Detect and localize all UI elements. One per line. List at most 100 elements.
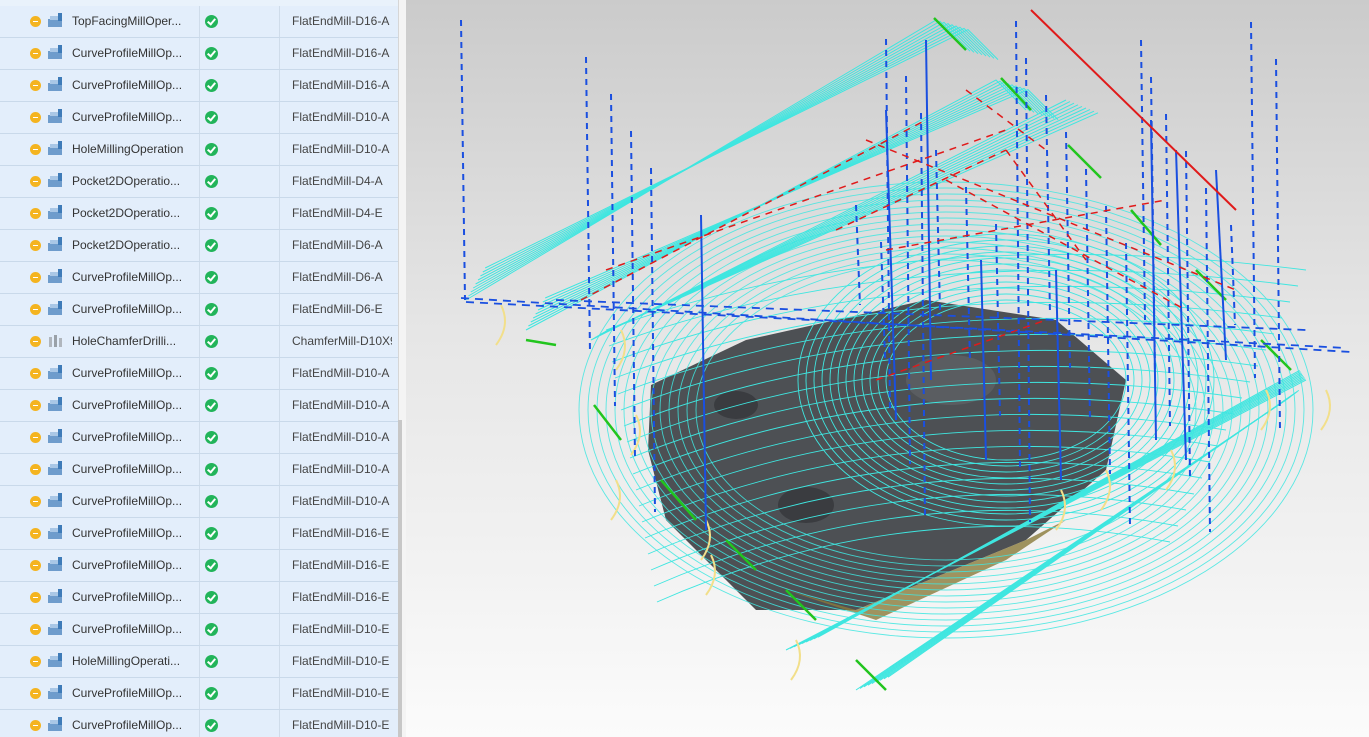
part-hole — [778, 487, 834, 523]
pending-state-icon — [30, 688, 41, 699]
mill-op-icon — [47, 589, 65, 605]
operation-name: CurveProfileMillOp... — [72, 46, 183, 60]
plunge-move — [610, 93, 616, 407]
operation-row[interactable]: HoleMillingOperati... FlatEndMill-D10-E — [0, 646, 398, 678]
tool-name: FlatEndMill-D6-A — [292, 238, 383, 252]
operation-row[interactable]: CurveProfileMillOp... FlatEndMill-D10-A — [0, 486, 398, 518]
operation-row[interactable]: CurveProfileMillOp... FlatEndMill-D16-E — [0, 518, 398, 550]
valid-check-icon — [205, 175, 218, 188]
operation-name: CurveProfileMillOp... — [72, 686, 183, 700]
column-divider — [199, 6, 200, 37]
valid-check-icon — [205, 463, 218, 476]
operations-scrollbar-thumb[interactable] — [398, 420, 402, 737]
mill-op-icon — [47, 685, 65, 701]
valid-check-icon — [205, 527, 218, 540]
operation-row[interactable]: CurveProfileMillOp... FlatEndMill-D10-E — [0, 678, 398, 710]
operation-row[interactable]: CurveProfileMillOp... FlatEndMill-D10-A — [0, 454, 398, 486]
column-divider — [279, 102, 280, 133]
operation-row[interactable]: Pocket2DOperatio... FlatEndMill-D4-A — [0, 166, 398, 198]
pending-state-icon — [30, 400, 41, 411]
operation-row[interactable]: CurveProfileMillOp... FlatEndMill-D16-A — [0, 38, 398, 70]
operation-row[interactable]: CurveProfileMillOp... FlatEndMill-D10-A — [0, 102, 398, 134]
plunge-move — [585, 56, 591, 354]
column-divider — [279, 70, 280, 101]
column-divider — [279, 326, 280, 357]
column-divider — [279, 390, 280, 421]
column-divider — [199, 582, 200, 613]
column-divider — [199, 486, 200, 517]
pending-state-icon — [30, 528, 41, 539]
tool-name: FlatEndMill-D16-A — [292, 46, 390, 60]
pending-state-icon — [30, 496, 41, 507]
tool-name: FlatEndMill-D10-A — [292, 142, 390, 156]
pending-state-icon — [30, 176, 41, 187]
plunge-move — [855, 204, 861, 306]
3d-viewport[interactable] — [406, 0, 1369, 737]
tool-name: FlatEndMill-D10-E — [292, 686, 390, 700]
column-divider — [279, 166, 280, 197]
operations-list: TopFacingMillOper... FlatEndMill-D16-A Cur… — [0, 6, 398, 737]
operation-row[interactable]: Pocket2DOperatio... FlatEndMill-D6-A — [0, 230, 398, 262]
valid-check-icon — [205, 591, 218, 604]
operation-row[interactable]: TopFacingMillOper... FlatEndMill-D16-A — [0, 6, 398, 38]
valid-check-icon — [205, 687, 218, 700]
column-divider — [199, 454, 200, 485]
operation-row[interactable]: CurveProfileMillOp... FlatEndMill-D10-E — [0, 614, 398, 646]
column-divider — [279, 486, 280, 517]
pending-state-icon — [30, 208, 41, 219]
lead-arc — [1100, 469, 1111, 511]
column-divider — [199, 518, 200, 549]
pending-state-icon — [30, 656, 41, 667]
operation-row[interactable]: HoleMillingOperation FlatEndMill-D10-A — [0, 134, 398, 166]
operation-row[interactable]: HoleChamferDrilli... ChamferMill-D10X9 — [0, 326, 398, 358]
operation-name: CurveProfileMillOp... — [72, 78, 183, 92]
operation-row[interactable]: CurveProfileMillOp... FlatEndMill-D10-E — [0, 710, 398, 737]
tool-name: FlatEndMill-D16-E — [292, 558, 390, 572]
valid-check-icon — [205, 239, 218, 252]
plunge-move — [1275, 58, 1281, 432]
column-divider — [279, 454, 280, 485]
tool-name: FlatEndMill-D10-A — [292, 494, 390, 508]
column-divider — [279, 294, 280, 325]
mill-op-icon — [47, 141, 65, 157]
column-divider — [199, 166, 200, 197]
operation-row[interactable]: CurveProfileMillOp... FlatEndMill-D16-E — [0, 550, 398, 582]
operation-row[interactable]: Pocket2DOperatio... FlatEndMill-D4-E — [0, 198, 398, 230]
mill-op-icon — [47, 269, 65, 285]
tool-name: FlatEndMill-D10-E — [292, 622, 390, 636]
operation-name: Pocket2DOperatio... — [72, 206, 181, 220]
operation-name: CurveProfileMillOp... — [72, 462, 183, 476]
operation-row[interactable]: CurveProfileMillOp... FlatEndMill-D10-A — [0, 422, 398, 454]
cutting-pass — [468, 20, 971, 297]
tool-name: FlatEndMill-D16-E — [292, 590, 390, 604]
mill-op-icon — [47, 237, 65, 253]
pending-state-icon — [30, 144, 41, 155]
valid-check-icon — [205, 303, 218, 316]
operation-row[interactable]: CurveProfileMillOp... FlatEndMill-D6-E — [0, 294, 398, 326]
pending-state-icon — [30, 368, 41, 379]
rapid-move — [1030, 9, 1237, 211]
operation-name: CurveProfileMillOp... — [72, 494, 183, 508]
tool-name: FlatEndMill-D10-A — [292, 462, 390, 476]
column-divider — [199, 326, 200, 357]
operation-row[interactable]: CurveProfileMillOp... FlatEndMill-D16-A — [0, 70, 398, 102]
operation-name: CurveProfileMillOp... — [72, 430, 183, 444]
operation-row[interactable]: CurveProfileMillOp... FlatEndMill-D10-A — [0, 390, 398, 422]
operation-row[interactable]: CurveProfileMillOp... FlatEndMill-D10-A — [0, 358, 398, 390]
mill-op-icon — [47, 397, 65, 413]
plunge-move — [1185, 150, 1191, 480]
tool-name: FlatEndMill-D4-E — [292, 206, 383, 220]
mill-op-icon — [47, 365, 65, 381]
mill-op-icon — [47, 77, 65, 93]
valid-check-icon — [205, 335, 218, 348]
mill-op-icon — [47, 461, 65, 477]
plunge-move — [460, 19, 466, 301]
cutting-pass — [480, 26, 991, 277]
pending-state-icon — [30, 16, 41, 27]
operation-name: TopFacingMillOper... — [72, 14, 182, 28]
operation-row[interactable]: CurveProfileMillOp... FlatEndMill-D16-E — [0, 582, 398, 614]
pending-state-icon — [30, 80, 41, 91]
tool-name: FlatEndMill-D10-A — [292, 430, 390, 444]
column-divider — [199, 102, 200, 133]
operation-row[interactable]: CurveProfileMillOp... FlatEndMill-D6-A — [0, 262, 398, 294]
